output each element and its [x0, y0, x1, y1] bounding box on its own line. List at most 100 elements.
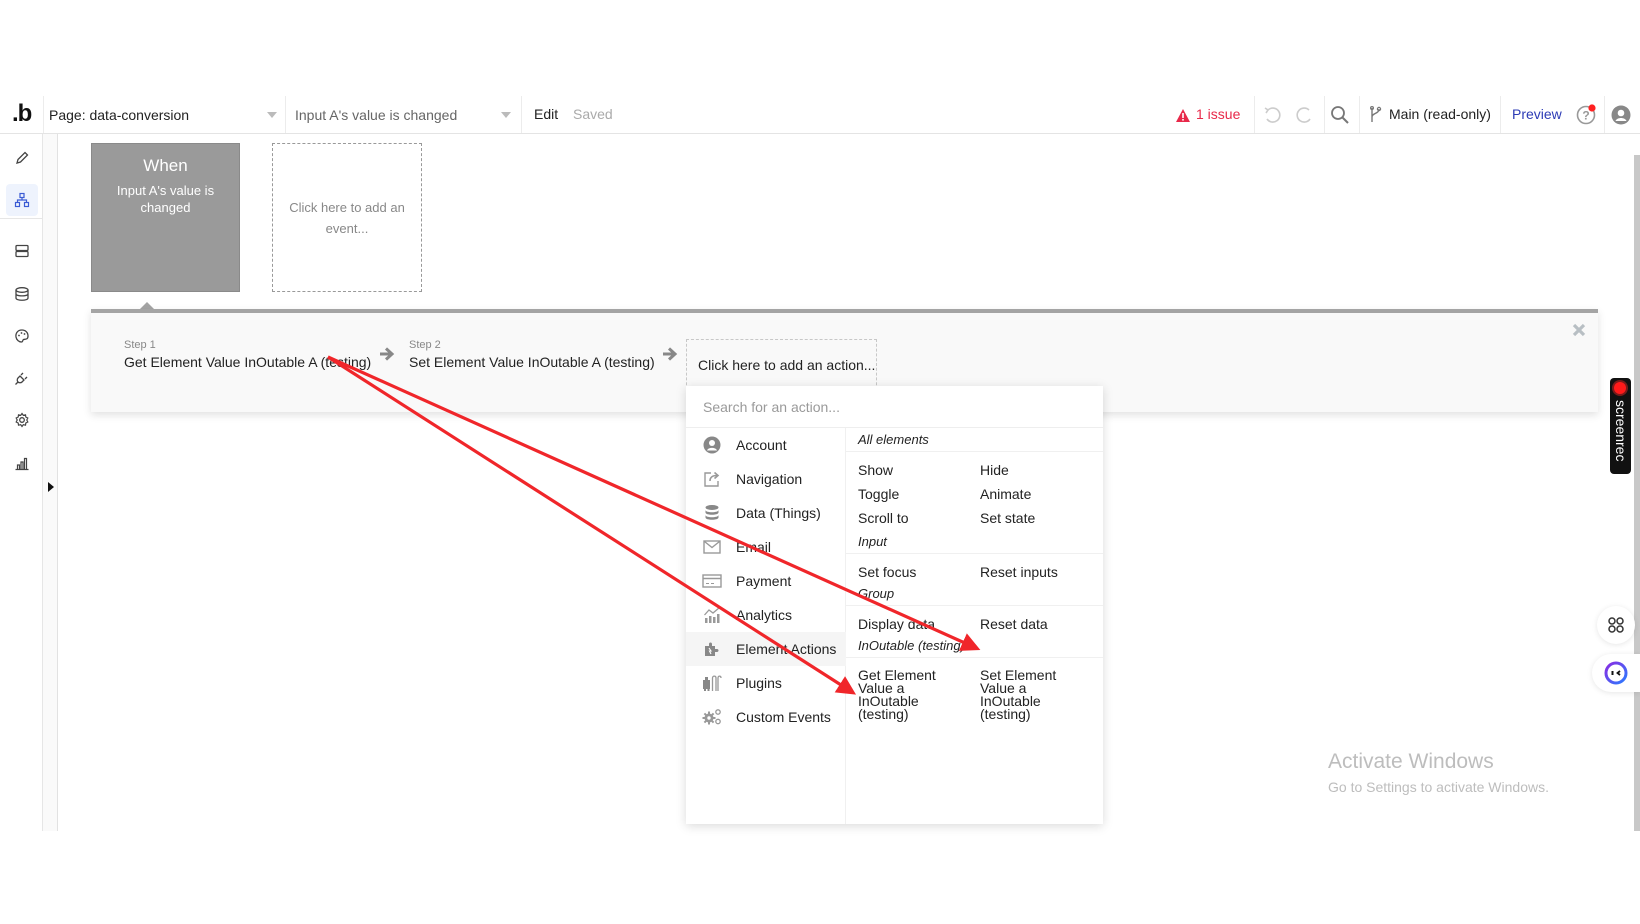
- sidebar-item-logs[interactable]: [6, 447, 38, 479]
- gears-icon: [702, 709, 721, 725]
- category-custom-events[interactable]: Custom Events: [686, 700, 846, 734]
- branch-icon: [1364, 104, 1386, 126]
- action-scroll-to[interactable]: Scroll to: [858, 511, 909, 525]
- sidebar-item-design[interactable]: [6, 142, 38, 174]
- add-event-label: Click here to add an event...: [289, 199, 405, 236]
- group-header: Input: [846, 530, 1103, 554]
- action-set-state[interactable]: Set state: [980, 511, 1035, 525]
- plugins-icon: [703, 675, 722, 691]
- action-menu: Account Navigation Data (Things) Email P…: [686, 386, 1103, 824]
- divider: [0, 218, 43, 219]
- divider: [285, 96, 286, 133]
- step-title: Set Element Value InOutable A (testing): [409, 354, 655, 370]
- action-toggle[interactable]: Toggle: [858, 487, 899, 501]
- step-1[interactable]: Step 1 Get Element Value InOutable A (te…: [124, 339, 371, 370]
- group-header: InOutable (testing): [846, 634, 1103, 658]
- chevron-down-icon: [267, 112, 277, 118]
- puzzle-icon: [705, 642, 719, 656]
- payment-icon: [702, 574, 722, 588]
- database-icon: [15, 287, 29, 301]
- account-icon: [703, 436, 721, 454]
- screenrec-label: screenrec: [1613, 400, 1629, 462]
- category-element-actions[interactable]: Element Actions: [686, 632, 846, 666]
- action-hide[interactable]: Hide: [980, 463, 1009, 477]
- watermark-title: Activate Windows: [1328, 750, 1494, 773]
- help-icon[interactable]: ?: [1575, 104, 1597, 126]
- category-payment[interactable]: Payment: [686, 564, 846, 598]
- screenrec-badge[interactable]: screenrec: [1610, 378, 1631, 474]
- sidebar-item-data[interactable]: [6, 235, 38, 267]
- category-label: Custom Events: [736, 709, 831, 725]
- action-reset-data[interactable]: Reset data: [980, 617, 1048, 631]
- category-analytics[interactable]: Analytics: [686, 598, 846, 632]
- action-show[interactable]: Show: [858, 463, 893, 477]
- gear-icon: [15, 412, 29, 428]
- plug-icon: [15, 372, 28, 385]
- svg-text:?: ?: [1582, 109, 1589, 123]
- arrow-right-icon: [380, 347, 395, 361]
- step-label: Step 2: [409, 339, 441, 351]
- step-title: Get Element Value InOutable A (testing): [124, 354, 372, 370]
- branch-selector[interactable]: Main (read-only): [1389, 96, 1491, 133]
- search-icon[interactable]: [1329, 104, 1351, 126]
- action-set-focus[interactable]: Set focus: [858, 565, 916, 579]
- chevron-down-icon: [501, 112, 511, 118]
- apps-button[interactable]: [1597, 606, 1635, 644]
- action-display-data[interactable]: Display data: [858, 617, 935, 631]
- add-action-label: Click here to add an action...: [698, 356, 876, 373]
- action-animate[interactable]: Animate: [980, 487, 1031, 501]
- category-navigation[interactable]: Navigation: [686, 462, 846, 496]
- record-icon: [1614, 382, 1626, 394]
- top-bar: .b Page: data-conversion Input A's value…: [0, 96, 1640, 134]
- sidebar-item-workflow[interactable]: [6, 184, 38, 216]
- edit-menu[interactable]: Edit: [534, 96, 558, 133]
- category-account[interactable]: Account: [686, 428, 846, 462]
- bubble-logo[interactable]: .b: [12, 100, 32, 128]
- page-selector[interactable]: Page: data-conversion: [49, 96, 285, 133]
- category-plugins[interactable]: Plugins: [686, 666, 846, 700]
- undo-icon[interactable]: [1261, 104, 1283, 126]
- apps-grid-icon: [1608, 617, 1624, 633]
- divider: [43, 96, 44, 133]
- sidebar-item-plugins[interactable]: [6, 362, 38, 394]
- action-search-input[interactable]: [686, 386, 1103, 428]
- warning-icon[interactable]: [1172, 104, 1194, 126]
- close-icon[interactable]: [1572, 323, 1586, 337]
- redo-icon[interactable]: [1294, 104, 1316, 126]
- add-action-button[interactable]: Click here to add an action...: [686, 339, 877, 390]
- selected-event-indicator: [140, 302, 154, 309]
- category-label: Plugins: [736, 675, 782, 691]
- sidebar-item-styles[interactable]: [6, 320, 38, 352]
- arrow-right-icon: [663, 347, 678, 361]
- group-header: All elements: [846, 428, 1103, 452]
- category-label: Data (Things): [736, 505, 821, 521]
- add-event-button[interactable]: Click here to add an event...: [272, 143, 422, 292]
- preview-button[interactable]: Preview: [1512, 96, 1562, 133]
- sidebar-item-settings[interactable]: [6, 404, 38, 436]
- data-icon: [15, 244, 29, 258]
- event-card[interactable]: When Input A's value is changed: [91, 143, 240, 292]
- category-email[interactable]: Email: [686, 530, 846, 564]
- event-selector[interactable]: Input A's value is changed: [295, 96, 520, 133]
- event-selector-label: Input A's value is changed: [295, 106, 458, 123]
- user-avatar-icon[interactable]: [1610, 104, 1632, 126]
- workflow-icon: [14, 192, 30, 208]
- issues-link[interactable]: 1 issue: [1196, 96, 1240, 133]
- expand-panel-icon[interactable]: [48, 482, 54, 492]
- pencil-icon: [16, 151, 29, 164]
- divider: [521, 96, 522, 133]
- step-2[interactable]: Step 2 Set Element Value InOutable A (te…: [409, 339, 655, 370]
- divider: [1359, 96, 1360, 133]
- category-label: Payment: [736, 573, 792, 589]
- action-reset-inputs[interactable]: Reset inputs: [980, 565, 1058, 579]
- action-list: All elements Show Hide Toggle Animate Sc…: [846, 428, 1103, 824]
- assistant-button[interactable]: [1592, 654, 1640, 692]
- group-header: Group: [846, 582, 1103, 606]
- category-data-things[interactable]: Data (Things): [686, 496, 846, 530]
- assistant-icon: [1604, 661, 1628, 685]
- vertical-scrollbar[interactable]: [1634, 155, 1640, 831]
- action-set-element-value[interactable]: Set Element Value a InOutable (testing): [980, 668, 1080, 721]
- action-get-element-value[interactable]: Get Element Value a InOutable (testing): [858, 668, 958, 721]
- divider: [1604, 96, 1605, 133]
- sidebar-item-database[interactable]: [6, 278, 38, 310]
